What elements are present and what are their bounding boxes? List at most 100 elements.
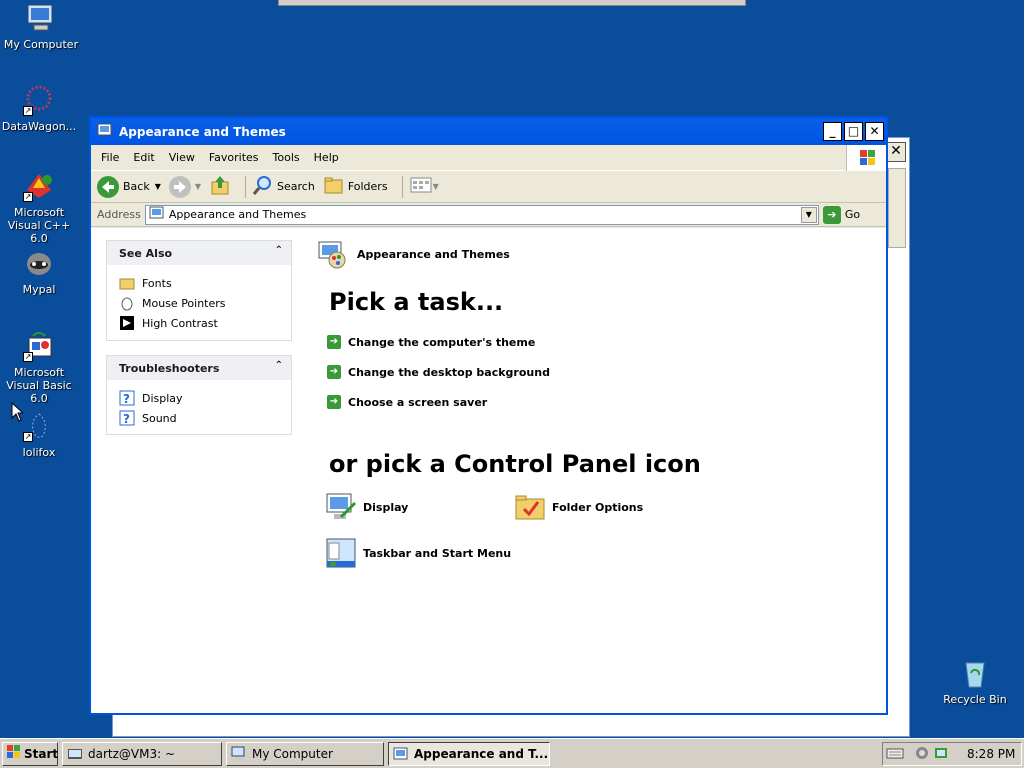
- task-arrow-icon: ➔: [327, 395, 341, 409]
- toolbar-separator: [401, 175, 403, 198]
- cp-icon-folder-options[interactable]: Folder Options: [514, 491, 643, 523]
- clock[interactable]: 8:28 PM: [967, 747, 1015, 761]
- taskbar-button-my-computer[interactable]: My Computer: [226, 741, 384, 766]
- background-window-close-button[interactable]: ✕: [886, 142, 906, 162]
- folder-options-icon: [514, 491, 546, 523]
- windows-logo-icon: [846, 145, 886, 171]
- back-button[interactable]: Back ▼: [97, 175, 161, 198]
- link-high-contrast[interactable]: High Contrast: [119, 313, 291, 333]
- menu-help[interactable]: Help: [314, 151, 339, 164]
- window-titlebar[interactable]: Appearance and Themes _ □ ✕: [91, 118, 886, 145]
- go-button[interactable]: ➔ Go: [822, 205, 860, 224]
- window-icon: [97, 122, 113, 141]
- category-header: Appearance and Themes: [315, 236, 510, 273]
- maximize-button[interactable]: □: [844, 122, 863, 141]
- address-bar: Address Appearance and Themes ▼ ➔ Go: [91, 203, 886, 227]
- mypal-icon: [23, 247, 55, 279]
- toolbar-separator: [245, 175, 247, 198]
- menu-bar: File Edit View Favorites Tools Help: [91, 145, 886, 171]
- high-contrast-icon: [119, 315, 135, 331]
- network-icon[interactable]: [914, 745, 930, 764]
- troubleshooters-header[interactable]: Troubleshooters ⌃: [107, 356, 291, 380]
- collapse-chevron-icon[interactable]: ⌃: [275, 360, 283, 371]
- appearance-themes-icon: [315, 236, 349, 273]
- start-button[interactable]: Start: [2, 741, 58, 766]
- pick-task-heading: Pick a task...: [329, 288, 504, 316]
- back-arrow-icon: [97, 175, 119, 198]
- folders-icon: [323, 174, 345, 199]
- task-change-background[interactable]: ➔ Change the desktop background: [327, 365, 550, 379]
- lolifox-icon: ↗: [23, 410, 55, 442]
- folders-button[interactable]: Folders: [323, 174, 388, 199]
- my-computer-icon: [25, 2, 57, 34]
- background-window-scrollbar[interactable]: [888, 168, 906, 248]
- start-logo-icon: [7, 745, 21, 762]
- task-change-theme[interactable]: ➔ Change the computer's theme: [327, 335, 535, 349]
- svg-text:?: ?: [123, 392, 130, 406]
- datawagon-icon: ↗: [23, 84, 55, 116]
- menu-edit[interactable]: Edit: [133, 151, 154, 164]
- collapse-chevron-icon[interactable]: ⌃: [275, 245, 283, 256]
- volume-icon[interactable]: [933, 745, 949, 764]
- search-button[interactable]: Search: [252, 174, 315, 199]
- task-screen-saver[interactable]: ➔ Choose a screen saver: [327, 395, 487, 409]
- address-dropdown-icon[interactable]: ▼: [800, 206, 817, 223]
- link-troubleshoot-sound[interactable]: ? Sound: [119, 408, 291, 428]
- taskbar-button-appearance[interactable]: Appearance and T...: [388, 741, 550, 766]
- link-troubleshoot-display[interactable]: ? Display: [119, 388, 291, 408]
- close-button[interactable]: ✕: [865, 122, 884, 141]
- system-tray: 8:28 PM: [882, 742, 1022, 766]
- help-icon: ?: [119, 410, 135, 426]
- cp-icon-display[interactable]: Display: [325, 491, 408, 523]
- mouse-icon: [119, 295, 135, 311]
- go-arrow-icon: ➔: [822, 205, 841, 224]
- terminal-icon: [67, 746, 83, 762]
- desktop-icon-mypal[interactable]: Mypal: [0, 247, 80, 296]
- taskbar-start-menu-icon: [325, 537, 357, 569]
- control-panel-icon: [149, 205, 165, 224]
- desktop-icon-my-computer[interactable]: My Computer: [0, 2, 82, 51]
- top-window-edge: [278, 0, 746, 6]
- menu-view[interactable]: View: [169, 151, 195, 164]
- cp-icon-taskbar-start-menu[interactable]: Taskbar and Start Menu: [325, 537, 511, 569]
- toolbar: Back ▼ ▼ Search Folders ▼: [91, 171, 886, 203]
- link-mouse-pointers[interactable]: Mouse Pointers: [119, 293, 291, 313]
- link-fonts[interactable]: Fonts: [119, 273, 291, 293]
- menu-tools[interactable]: Tools: [273, 151, 300, 164]
- svg-text:?: ?: [123, 412, 130, 426]
- task-arrow-icon: ➔: [327, 365, 341, 379]
- up-button[interactable]: [209, 174, 231, 199]
- keyboard-icon[interactable]: [886, 746, 904, 763]
- control-panel-small-icon: [393, 746, 409, 762]
- taskbar-button-terminal[interactable]: dartz@VM3: ~: [62, 741, 222, 766]
- back-dropdown-icon[interactable]: ▼: [155, 182, 161, 191]
- help-icon: ?: [119, 390, 135, 406]
- minimize-button[interactable]: _: [823, 122, 842, 141]
- see-also-header[interactable]: See Also ⌃: [107, 241, 291, 265]
- desktop-icon-visual-cpp[interactable]: ↗ Microsoft Visual C++ 6.0: [0, 170, 80, 245]
- forward-dropdown-icon[interactable]: ▼: [195, 182, 201, 191]
- address-input[interactable]: Appearance and Themes ▼: [144, 204, 819, 225]
- see-also-panel: See Also ⌃ Fonts Mouse Pointers High Con…: [106, 240, 292, 341]
- window-title: Appearance and Themes: [119, 124, 286, 139]
- visual-basic-icon: ↗: [23, 330, 55, 362]
- visual-cpp-icon: ↗: [23, 170, 55, 202]
- taskbar: Start dartz@VM3: ~ My Computer Appearanc…: [0, 738, 1024, 768]
- forward-button[interactable]: ▼: [168, 175, 201, 198]
- content-area: See Also ⌃ Fonts Mouse Pointers High Con…: [91, 228, 886, 713]
- display-icon: [325, 491, 357, 523]
- search-icon: [252, 174, 274, 199]
- my-computer-small-icon: [231, 746, 247, 762]
- views-button[interactable]: ▼: [409, 174, 439, 199]
- pick-icon-heading: or pick a Control Panel icon: [329, 450, 701, 478]
- menu-favorites[interactable]: Favorites: [209, 151, 259, 164]
- menu-file[interactable]: File: [101, 151, 119, 164]
- mouse-cursor-icon: [11, 401, 25, 425]
- desktop-icon-recycle-bin[interactable]: Recycle Bin: [934, 657, 1016, 706]
- troubleshooters-panel: Troubleshooters ⌃ ? Display ? Sound: [106, 355, 292, 435]
- recycle-bin-icon: [959, 657, 991, 689]
- desktop-icon-datawagon[interactable]: ↗ DataWagon...: [0, 84, 80, 133]
- desktop-icon-visual-basic[interactable]: ↗ Microsoft Visual Basic 6.0: [0, 330, 80, 405]
- views-dropdown-icon[interactable]: ▼: [433, 182, 439, 191]
- task-arrow-icon: ➔: [327, 335, 341, 349]
